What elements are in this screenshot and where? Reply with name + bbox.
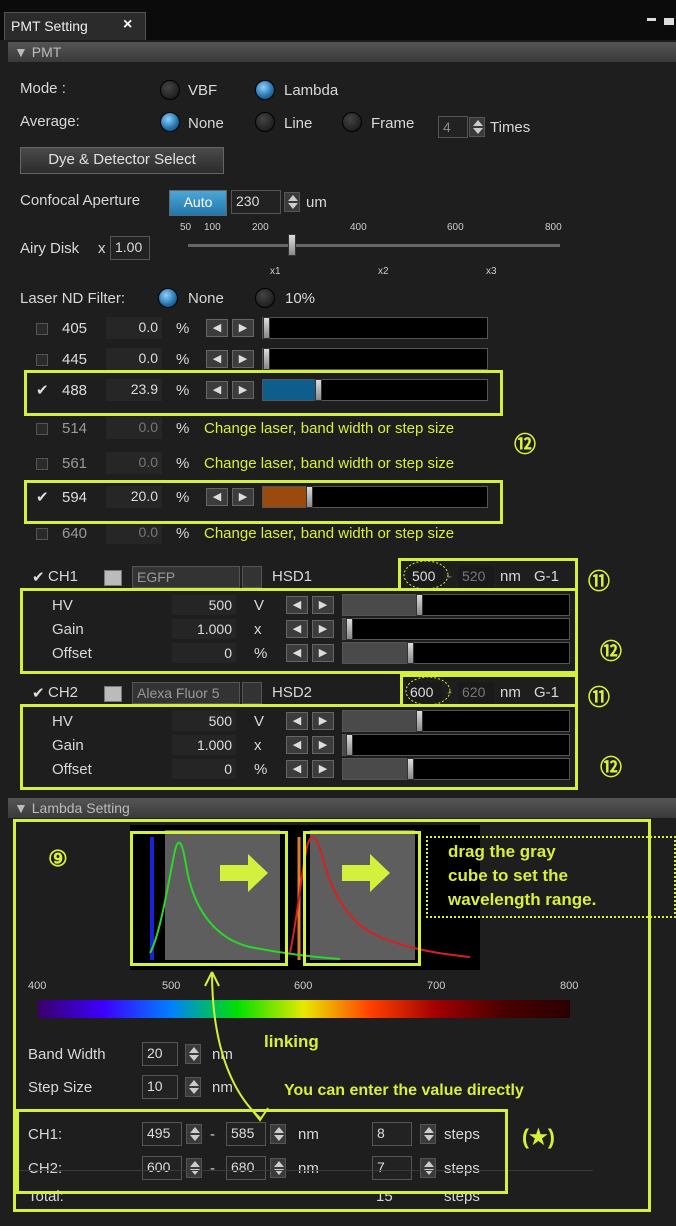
annotation-12-ch2: ⑫ (600, 755, 623, 780)
annotation-12-ch1: ⑫ (600, 639, 623, 664)
right-arrow-icon (220, 854, 268, 892)
annotation-9: ⑨ (48, 846, 68, 871)
linking-arrow-icon (204, 971, 269, 1122)
right-arrow-icon (342, 854, 390, 892)
linking-note: linking (264, 1032, 319, 1051)
drag-note-line3: wavelength range. (448, 890, 597, 909)
drag-note-line1: drag the gray (448, 842, 556, 861)
annotation-star: (★) (522, 1126, 555, 1149)
annotation-12-lasers: ⑫ (514, 432, 537, 457)
annotation-11-ch2: ⑪ (588, 685, 611, 710)
direct-entry-note: You can enter the value directly (284, 1082, 524, 1099)
annotation-11-ch1: ⑪ (588, 569, 611, 594)
drag-note-line2: cube to set the (448, 866, 568, 885)
annotation-overlay (204, 560, 451, 1122)
